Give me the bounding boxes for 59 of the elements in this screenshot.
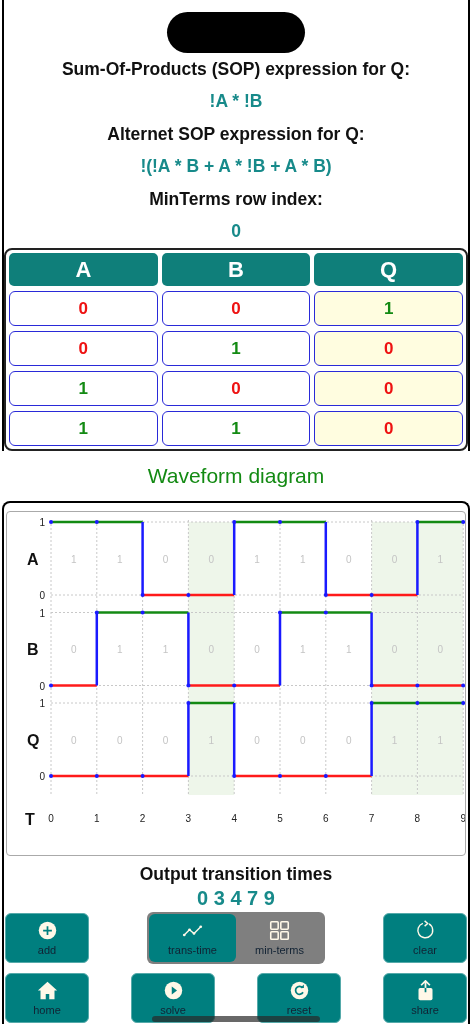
signal-label: Q bbox=[27, 731, 40, 749]
transition-times: 0 3 4 7 9 bbox=[197, 887, 275, 909]
table-cell: 0 bbox=[314, 331, 463, 366]
table-cell: 0 bbox=[161, 371, 311, 406]
column-header: B bbox=[161, 253, 311, 286]
section-title: Waveform diagram bbox=[146, 463, 326, 489]
signal-label: B bbox=[27, 641, 39, 658]
signal-label: A bbox=[27, 550, 39, 568]
level-label: 1 bbox=[39, 607, 45, 619]
plus-icon bbox=[36, 920, 58, 941]
time-tick: 3 bbox=[185, 813, 192, 824]
level-label: 1 bbox=[39, 517, 45, 528]
table-cell: 0 bbox=[9, 291, 158, 326]
table-cell: 1 bbox=[161, 411, 311, 446]
expression-value: !(!A * B + A * !B + A * B) bbox=[140, 155, 332, 178]
toolbar-button[interactable]: home bbox=[5, 973, 89, 1023]
toolbar-button[interactable]: share bbox=[383, 973, 467, 1023]
table-cell: 0 bbox=[314, 411, 463, 446]
table-cell: 1 bbox=[161, 331, 311, 366]
expression-value: !A * !B bbox=[209, 90, 263, 113]
time-tick: 6 bbox=[323, 813, 329, 824]
level-label: 0 bbox=[39, 771, 45, 782]
time-tick: 1 bbox=[94, 813, 100, 824]
time-tick: 8 bbox=[414, 813, 421, 824]
toolbar-button[interactable]: solve bbox=[131, 973, 215, 1023]
time-label: T bbox=[25, 811, 35, 828]
time-tick: 2 bbox=[139, 813, 146, 824]
time-tick: 4 bbox=[231, 813, 237, 824]
expression-label: MinTerms row index: bbox=[149, 188, 323, 211]
table-cell: 1 bbox=[9, 371, 158, 406]
view-tab[interactable]: trans-time bbox=[149, 914, 236, 962]
table-cell: 1 bbox=[9, 411, 158, 446]
table-cell: 0 bbox=[161, 291, 311, 326]
bit-value: 1 bbox=[162, 644, 169, 655]
refresh-icon bbox=[288, 980, 310, 1001]
clear-button[interactable]: clear bbox=[383, 913, 467, 963]
home-icon bbox=[36, 980, 58, 1001]
column-header: Q bbox=[314, 253, 463, 286]
expression-value: 0 bbox=[231, 220, 241, 243]
table-cell: 1 bbox=[314, 291, 463, 326]
view-tab[interactable]: min-terms bbox=[236, 914, 323, 962]
time-tick: 7 bbox=[368, 813, 375, 824]
section-title: Output transition times bbox=[139, 864, 333, 885]
expression-label: Sum-Of-Products (SOP) expression for Q: bbox=[61, 58, 411, 81]
time-tick: 9 bbox=[460, 813, 465, 824]
rotate-icon bbox=[414, 920, 436, 941]
time-tick: 0 bbox=[48, 813, 54, 824]
column-header: A bbox=[9, 253, 158, 286]
add-button[interactable]: add bbox=[5, 913, 89, 963]
toolbar-button[interactable]: reset bbox=[257, 973, 341, 1023]
level-label: 1 bbox=[39, 698, 45, 709]
play-icon bbox=[162, 980, 184, 1001]
table-cell: 0 bbox=[9, 331, 158, 366]
level-label: 0 bbox=[39, 590, 45, 601]
grid-icon bbox=[269, 920, 290, 941]
level-label: 0 bbox=[39, 680, 45, 692]
time-tick: 5 bbox=[277, 813, 283, 824]
expression-label: Alternet SOP expression for Q: bbox=[107, 123, 365, 146]
table-cell: 0 bbox=[314, 371, 463, 406]
